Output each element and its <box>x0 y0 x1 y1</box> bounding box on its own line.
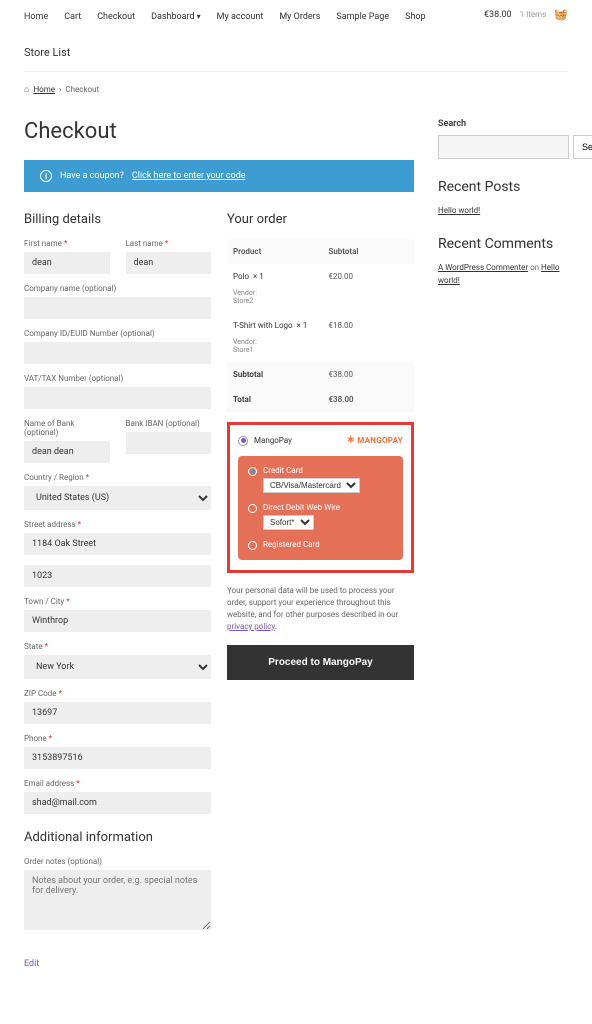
first-name-field[interactable] <box>24 252 110 274</box>
gateway-mangopay[interactable]: MangoPay <box>238 436 292 446</box>
nav-myorders[interactable]: My Orders <box>279 8 320 26</box>
radio-icon <box>248 467 257 476</box>
table-row: T-Shirt with Logo × 1 €18.00 <box>227 313 414 338</box>
edit-link[interactable]: Edit <box>24 959 39 969</box>
coupon-link[interactable]: Click here to enter your code <box>132 171 246 181</box>
state-select[interactable]: New York <box>24 655 211 679</box>
phone-field[interactable] <box>24 747 211 769</box>
page-title: Checkout <box>24 119 414 144</box>
privacy-text: Your personal data will be used to proce… <box>227 585 414 633</box>
cart-total: €38.00 <box>484 10 512 20</box>
bank-name-field[interactable] <box>24 441 110 463</box>
radio-selected-icon <box>238 436 248 446</box>
home-icon: ⌂ <box>24 84 29 95</box>
order-notes-field[interactable] <box>24 870 211 930</box>
commenter-link[interactable]: A WordPress Commenter <box>438 263 528 272</box>
nav-cart[interactable]: Cart <box>64 8 81 26</box>
radio-icon <box>248 541 257 550</box>
pm-creditcard[interactable]: Credit Card CB/Visa/Mastercard <box>248 466 393 493</box>
street2-field[interactable] <box>24 565 211 587</box>
email-field[interactable] <box>24 792 211 814</box>
nav-checkout[interactable]: Checkout <box>97 8 135 26</box>
search-input[interactable] <box>438 135 569 159</box>
street1-field[interactable] <box>24 533 211 555</box>
info-icon: i <box>40 170 52 182</box>
basket-icon[interactable]: 🧺 <box>554 8 568 21</box>
additional-heading: Additional information <box>24 830 211 845</box>
billing-heading: Billing details <box>24 212 211 227</box>
table-row: Polo × 1 €20.00 <box>227 264 414 289</box>
country-select[interactable]: United States (US) <box>24 486 211 510</box>
creditcard-select[interactable]: CB/Visa/Mastercard <box>263 478 360 493</box>
breadcrumb-home[interactable]: Home <box>33 85 55 94</box>
company-field[interactable] <box>24 297 211 319</box>
last-name-field[interactable] <box>126 252 212 274</box>
nav-dashboard[interactable]: Dashboard▾ <box>151 8 201 26</box>
nav-samplepage[interactable]: Sample Page <box>336 8 389 26</box>
nav-home[interactable]: Home <box>24 8 48 26</box>
recent-comments-heading: Recent Comments <box>438 236 568 252</box>
breadcrumb: ⌂ Home › Checkout <box>24 84 568 95</box>
cart-items-count: 1 Items <box>520 10 547 19</box>
mangopay-logo-icon: ✶ <box>347 435 356 446</box>
search-button[interactable]: Search <box>573 135 592 159</box>
coupon-notice: i Have a coupon? Click here to enter you… <box>24 160 414 192</box>
chevron-down-icon: ▾ <box>197 12 201 21</box>
order-heading: Your order <box>227 212 414 227</box>
breadcrumb-current: Checkout <box>65 85 99 94</box>
nav-myaccount[interactable]: My account <box>217 8 264 26</box>
pm-registered[interactable]: Registered Card <box>248 540 393 550</box>
company-id-field[interactable] <box>24 342 211 364</box>
zip-field[interactable] <box>24 702 211 724</box>
recent-posts-heading: Recent Posts <box>438 179 568 195</box>
wire-select[interactable]: Sofort* <box>263 515 314 530</box>
iban-field[interactable] <box>126 432 212 454</box>
mangopay-logo: ✶ MANGOPAY <box>347 435 403 446</box>
pm-wire[interactable]: Direct Debit Web Wire Sofort* <box>248 503 393 530</box>
city-field[interactable] <box>24 610 211 632</box>
nav-storelist[interactable]: Store List <box>24 42 70 63</box>
post-link[interactable]: Hello world! <box>438 206 480 215</box>
radio-icon <box>248 504 257 513</box>
vat-field[interactable] <box>24 387 211 409</box>
nav-shop[interactable]: Shop <box>405 8 426 26</box>
payment-highlight: MangoPay ✶ MANGOPAY Credit Car <box>227 422 414 573</box>
proceed-button[interactable]: Proceed to MangoPay <box>227 645 414 680</box>
privacy-policy-link[interactable]: privacy policy <box>227 622 275 631</box>
